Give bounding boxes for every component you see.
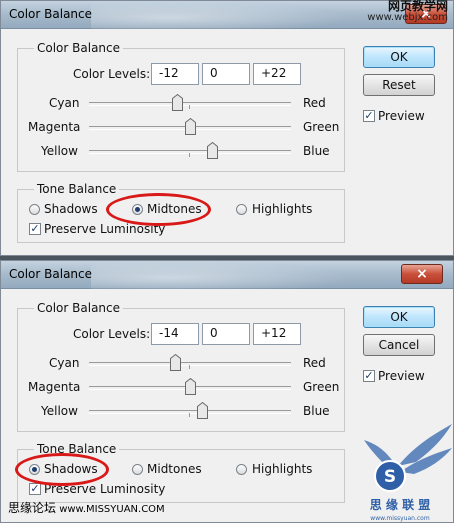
tone-balance-legend: Tone Balance [34,182,120,196]
color-level-1-field[interactable]: -12 [151,63,199,85]
slider-red-label: Red [303,96,326,110]
bottom-watermark: 思缘论坛 www.MISSYUAN.COM [8,499,165,516]
yellow-blue-slider-track[interactable] [89,150,291,154]
highlights-radio[interactable] [236,464,247,475]
slider-cyan-label: Cyan [49,96,80,110]
close-icon: × [416,266,428,282]
color-levels-label: Color Levels: [73,67,151,81]
cyan-red-slider-track[interactable] [89,102,291,106]
color-level-1-field[interactable]: -14 [151,323,199,345]
color-balance-legend: Color Balance [34,301,124,315]
slider-magenta-label: Magenta [28,120,81,134]
slider-yellow-label: Yellow [41,144,78,158]
slider-blue-label: Blue [303,404,330,418]
preview-checkbox[interactable]: ✓ [363,370,375,382]
highlight-oval [15,453,109,486]
dialog-title: Color Balance [9,267,93,281]
yellow-blue-slider-thumb[interactable] [206,142,218,159]
cyan-red-slider-thumb[interactable] [172,94,184,111]
slider-center-tick [189,105,190,109]
watermark-top: 网页教学网 www.webjx.com [367,0,448,23]
title-bar: Color Balance × [1,261,453,289]
logo-url: www.missyuan.com [370,515,430,522]
preview-checkbox[interactable]: ✓ [363,110,375,122]
slider-center-tick [189,365,190,369]
slider-cyan-label: Cyan [49,356,80,370]
slider-center-tick [189,153,190,157]
yellow-blue-slider-thumb[interactable] [196,402,208,419]
cyan-red-slider-track[interactable] [89,362,291,366]
slider-green-label: Green [303,380,340,394]
color-balance-legend: Color Balance [34,41,124,55]
preview-label: Preview [378,369,425,383]
color-level-3-field[interactable]: +12 [253,323,301,345]
bottom-watermark-chinese: 思缘论坛 [8,501,57,515]
preserve-luminosity-checkbox[interactable]: ✓ [29,483,41,495]
slider-blue-label: Blue [303,144,330,158]
logo-s-icon: S [384,467,396,487]
color-balance-dialog-1: Color Balance × Color Balance Color Leve… [0,0,454,256]
cyan-red-slider-thumb[interactable] [170,354,182,371]
magenta-green-slider-thumb[interactable] [184,118,196,135]
color-level-2-field[interactable]: 0 [202,63,250,85]
highlights-label: Highlights [252,462,313,476]
shadows-label: Shadows [44,202,98,216]
magenta-green-slider-thumb[interactable] [184,378,196,395]
bottom-watermark-url: www.MISSYUAN.COM [59,504,165,515]
watermark-top-line2: www.webjx.com [367,12,448,23]
slider-red-label: Red [303,356,326,370]
close-button[interactable]: × [401,264,443,284]
reset-button[interactable]: Reset [363,74,435,96]
missyuan-logo: S 思 缘 联 盟 www.missyuan.com [364,424,452,522]
color-level-2-field[interactable]: 0 [202,323,250,345]
slider-center-tick [189,413,190,417]
slider-magenta-label: Magenta [28,380,81,394]
slider-yellow-label: Yellow [41,404,78,418]
dialog-title: Color Balance [9,7,93,21]
highlights-radio[interactable] [236,204,247,215]
midtones-label: Midtones [147,462,202,476]
yellow-blue-slider-track[interactable] [89,410,291,414]
highlights-label: Highlights [252,202,313,216]
ok-button[interactable]: OK [363,46,435,68]
cancel-button[interactable]: Cancel [363,334,435,356]
shadows-radio[interactable] [29,204,40,215]
logo-text: 思 缘 联 盟 [370,497,431,512]
slider-green-label: Green [303,120,340,134]
preview-label: Preview [378,109,425,123]
midtones-radio[interactable] [132,464,143,475]
color-level-3-field[interactable]: +22 [253,63,301,85]
preserve-luminosity-checkbox[interactable]: ✓ [29,223,41,235]
color-levels-label: Color Levels: [73,327,151,341]
ok-button[interactable]: OK [363,306,435,328]
watermark-top-line1: 网页教学网 [387,0,448,13]
highlight-oval [106,193,211,226]
